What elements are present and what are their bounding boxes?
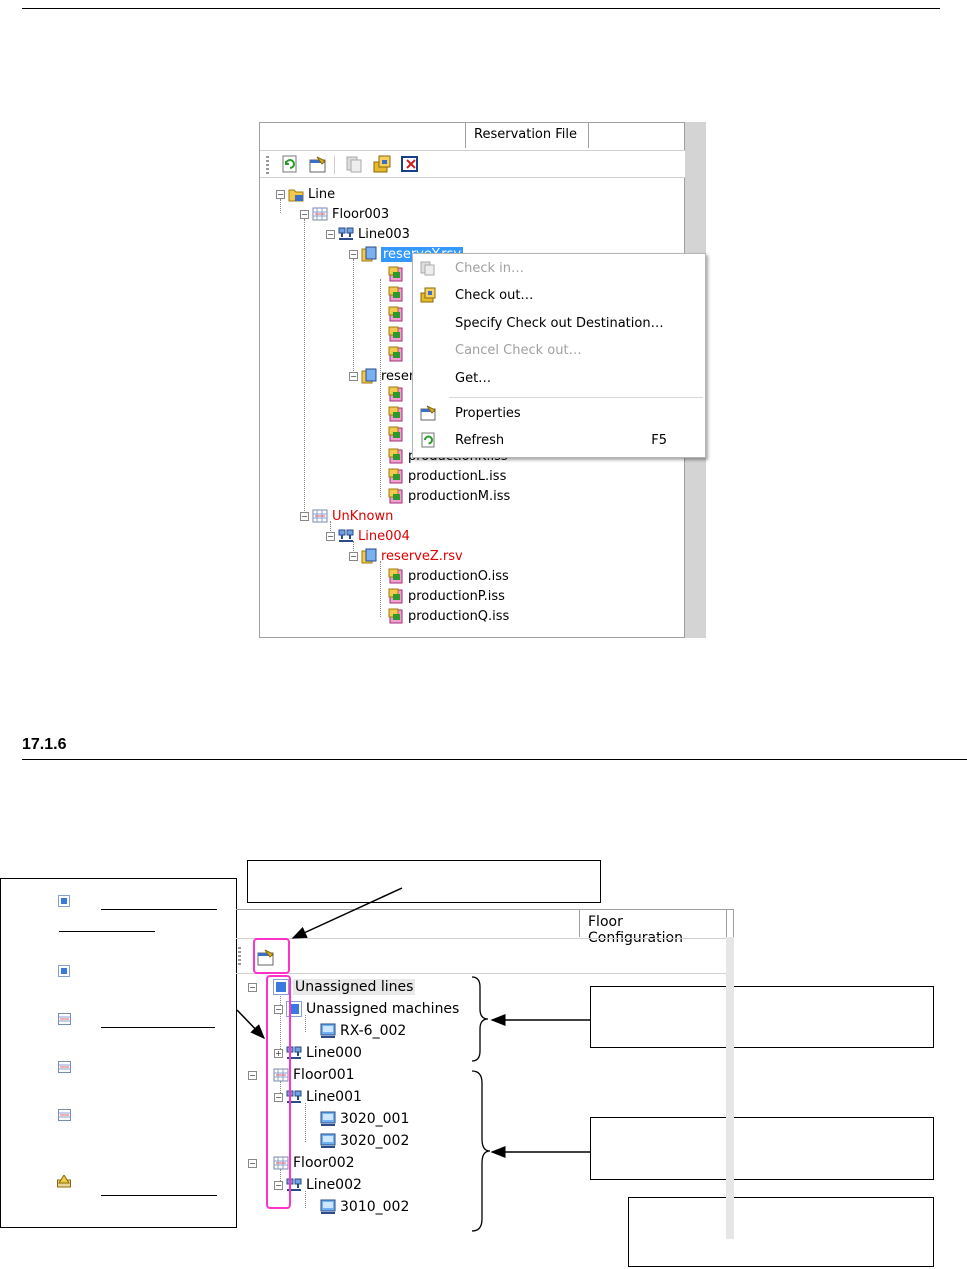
annotation-arrows bbox=[236, 887, 590, 1232]
